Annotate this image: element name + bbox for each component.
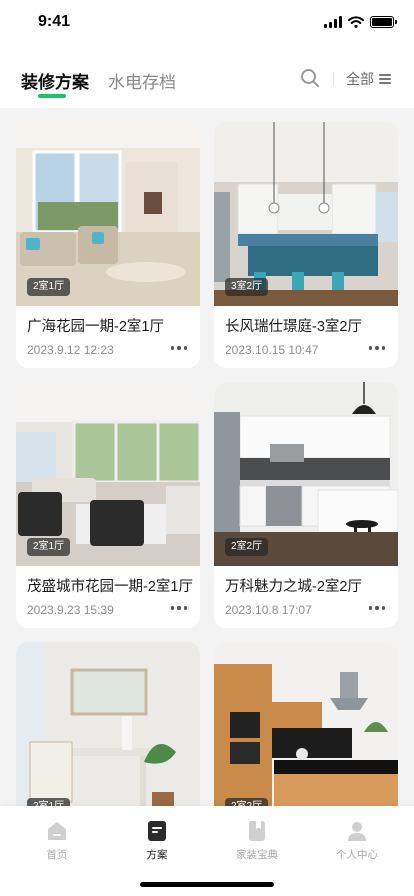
filter-button[interactable]: 全部 bbox=[346, 69, 391, 89]
more-icon[interactable] bbox=[368, 606, 385, 610]
plan-title: 万科魅力之城-2室2厅 bbox=[225, 579, 362, 595]
plan-timestamp: 2023.10.15 10:47 bbox=[225, 343, 319, 357]
tab-plumbing-archive[interactable]: 水电存档 bbox=[108, 68, 176, 93]
tabbar-label: 家装宝典 bbox=[236, 849, 278, 861]
filter-label: 全部 bbox=[346, 71, 374, 87]
plan-photo: 2室1厅 bbox=[16, 122, 200, 306]
menu-icon bbox=[379, 74, 391, 84]
status-icons bbox=[324, 16, 397, 28]
plan-title: 长风瑞仕璟庭-3室2厅 bbox=[225, 319, 362, 335]
status-time: 9:41 bbox=[38, 13, 71, 30]
header-divider bbox=[333, 72, 334, 86]
signal-icon bbox=[324, 16, 342, 28]
room-type-tag: 2室1厅 bbox=[27, 538, 71, 556]
plan-card[interactable]: 3室2厅 长风瑞仕璟庭-3室2厅 2023.10.15 10:47 bbox=[214, 122, 398, 368]
search-icon[interactable] bbox=[300, 68, 320, 88]
more-icon[interactable] bbox=[170, 606, 187, 610]
plan-photo: 2室2厅 bbox=[214, 642, 398, 826]
plan-card[interactable]: 2室1厅 广海花园一期-2室1厅 2023.9.12 12:23 bbox=[16, 122, 200, 368]
battery-icon bbox=[370, 16, 397, 28]
plan-card[interactable]: 2室1厅 茂盛城市花园一期-2室1厅 2023.9.23 15:39 bbox=[16, 382, 200, 628]
tabbar-label: 方案 bbox=[146, 849, 168, 861]
status-bar: 9:41 bbox=[0, 0, 414, 44]
tabbar-item-profile[interactable]: 个人中心 bbox=[317, 820, 397, 862]
plan-photo: 3室2厅 bbox=[214, 122, 398, 306]
room-type-tag: 2室2厅 bbox=[225, 538, 269, 556]
home-icon bbox=[48, 822, 66, 840]
plan-icon bbox=[148, 821, 166, 841]
plan-photo: 2室2厅 bbox=[214, 382, 398, 566]
top-header: 装修方案 水电存档 全部 bbox=[0, 44, 414, 108]
user-icon bbox=[348, 822, 366, 841]
wifi-icon bbox=[348, 16, 364, 28]
tabbar-item-home[interactable]: 首页 bbox=[17, 820, 97, 862]
tabbar-label: 首页 bbox=[46, 849, 68, 861]
tabbar-item-plan[interactable]: 方案 bbox=[117, 820, 197, 862]
plan-title: 茂盛城市花园一期-2室1厅 bbox=[27, 579, 193, 595]
room-type-tag: 3室2厅 bbox=[225, 278, 269, 296]
tabbar-item-guide[interactable]: 家装宝典 bbox=[217, 820, 297, 862]
tab-renovation-plans[interactable]: 装修方案 bbox=[21, 68, 89, 93]
plan-timestamp: 2023.9.23 15:39 bbox=[27, 603, 114, 617]
plan-timestamp: 2023.10.8 17:07 bbox=[225, 603, 312, 617]
plan-card[interactable]: 2室2厅 万科魅力之城-2室2厅 2023.10.8 17:07 bbox=[214, 382, 398, 628]
plan-title: 广海花园一期-2室1厅 bbox=[27, 319, 164, 335]
tabbar-label: 个人中心 bbox=[336, 849, 378, 861]
home-indicator bbox=[140, 882, 274, 887]
more-icon[interactable] bbox=[170, 346, 187, 350]
active-tab-indicator bbox=[38, 94, 66, 98]
more-icon[interactable] bbox=[368, 346, 385, 350]
plan-timestamp: 2023.9.12 12:23 bbox=[27, 343, 114, 357]
plan-photo: 2室1厅 bbox=[16, 382, 200, 566]
room-type-tag: 2室1厅 bbox=[27, 278, 71, 296]
book-icon bbox=[249, 821, 265, 841]
plan-photo: 2室1厅 bbox=[16, 642, 200, 826]
